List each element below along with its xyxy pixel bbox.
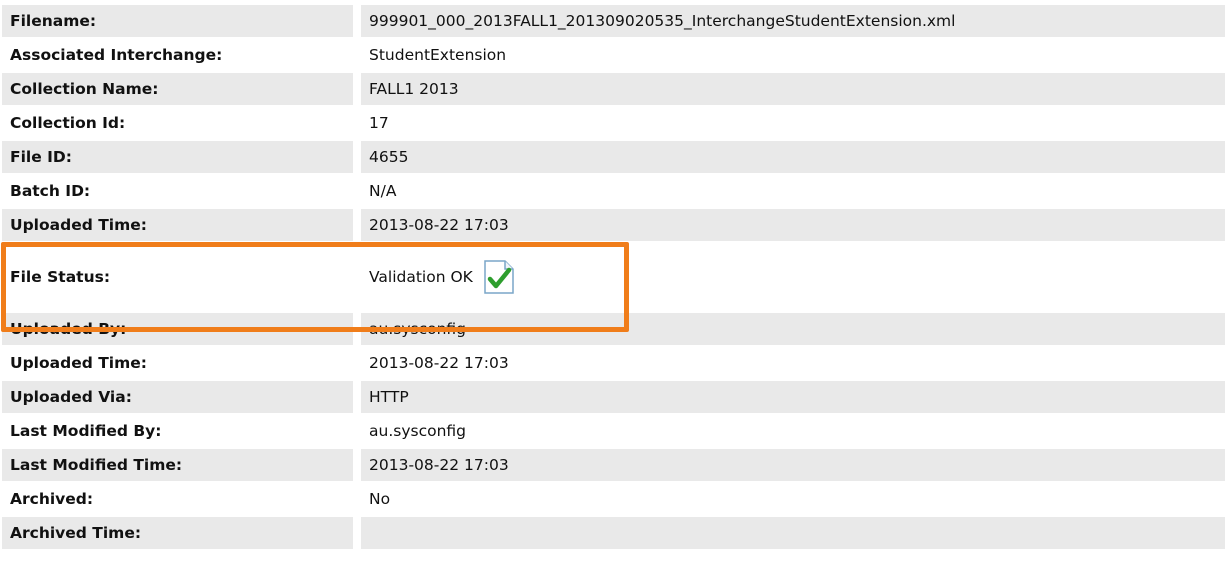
- associated-interchange-value: StudentExtension: [361, 39, 1225, 71]
- uploaded-by-value: au.sysconfig: [361, 313, 1225, 345]
- filename-label: Filename:: [2, 5, 361, 37]
- file-id-label: File ID:: [2, 141, 361, 173]
- row-associated-interchange: Associated Interchange: StudentExtension: [2, 39, 1225, 71]
- row-last-modified-time: Last Modified Time: 2013-08-22 17:03: [2, 449, 1225, 481]
- row-collection-name: Collection Name: FALL1 2013: [2, 73, 1225, 105]
- row-batch-id: Batch ID: N/A: [2, 175, 1225, 207]
- row-archived-time: Archived Time:: [2, 517, 1225, 549]
- validation-ok-check-icon[interactable]: [483, 259, 515, 295]
- archived-time-value: [361, 517, 1225, 549]
- row-uploaded-time: Uploaded Time: 2013-08-22 17:03: [2, 347, 1225, 379]
- file-details-panel: Filename: 999901_000_2013FALL1_201309020…: [0, 0, 1227, 575]
- batch-id-value: N/A: [361, 175, 1225, 207]
- file-status-value: Validation OK: [369, 268, 473, 286]
- last-modified-time-value: 2013-08-22 17:03: [361, 449, 1225, 481]
- row-archived: Archived: No: [2, 483, 1225, 515]
- file-id-value: 4655: [361, 141, 1225, 173]
- collection-id-value: 17: [361, 107, 1225, 139]
- uploaded-time-value: 2013-08-22 17:03: [361, 209, 1225, 241]
- uploaded-via-label: Uploaded Via:: [2, 381, 361, 413]
- batch-id-label: Batch ID:: [2, 175, 361, 207]
- file-status-value-cell: Validation OK: [361, 243, 1225, 311]
- row-uploaded-via: Uploaded Via: HTTP: [2, 381, 1225, 413]
- archived-value: No: [361, 483, 1225, 515]
- row-collection-id: Collection Id: 17: [2, 107, 1225, 139]
- row-file-id: File ID: 4655: [2, 141, 1225, 173]
- uploaded-time-label: Uploaded Time:: [2, 209, 361, 241]
- row-filename: Filename: 999901_000_2013FALL1_201309020…: [2, 5, 1225, 37]
- archived-label: Archived:: [2, 483, 361, 515]
- uploaded-by-label: Uploaded By:: [2, 313, 361, 345]
- file-status-label: File Status:: [2, 243, 361, 311]
- last-modified-time-label: Last Modified Time:: [2, 449, 361, 481]
- collection-name-label: Collection Name:: [2, 73, 361, 105]
- uploaded-via-value: HTTP: [361, 381, 1225, 413]
- uploaded-time-value-2: 2013-08-22 17:03: [361, 347, 1225, 379]
- associated-interchange-label: Associated Interchange:: [2, 39, 361, 71]
- collection-id-label: Collection Id:: [2, 107, 361, 139]
- archived-time-label: Archived Time:: [2, 517, 361, 549]
- row-last-modified-by: Last Modified By: au.sysconfig: [2, 415, 1225, 447]
- filename-value: 999901_000_2013FALL1_201309020535_Interc…: [361, 5, 1225, 37]
- file-details-table: Filename: 999901_000_2013FALL1_201309020…: [2, 3, 1225, 551]
- row-uploaded-by: Uploaded By: au.sysconfig: [2, 313, 1225, 345]
- last-modified-by-value: au.sysconfig: [361, 415, 1225, 447]
- row-file-status: File Status: Validation OK: [2, 243, 1225, 311]
- last-modified-by-label: Last Modified By:: [2, 415, 361, 447]
- row-uploaded-time-obscured: Uploaded Time: 2013-08-22 17:03: [2, 209, 1225, 241]
- collection-name-value: FALL1 2013: [361, 73, 1225, 105]
- uploaded-time-label-2: Uploaded Time:: [2, 347, 361, 379]
